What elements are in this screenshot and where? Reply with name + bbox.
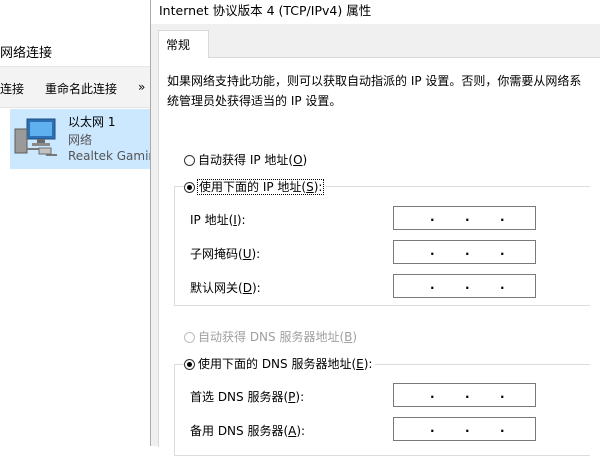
network-connections-title: 网络连接: [0, 46, 53, 61]
radio-manual-ip-key: S: [306, 180, 314, 194]
paren-close: ):: [251, 281, 261, 295]
radio-manual-ip[interactable]: 使用下面的 IP 地址(S):: [184, 179, 327, 195]
dialog-title-bar: Internet 协议版本 4 (TCP/IPv4) 属性: [151, 0, 600, 24]
alternate-dns-input[interactable]: ...: [393, 417, 536, 441]
preferred-dns-input[interactable]: ...: [393, 383, 536, 407]
ip-address-input[interactable]: ...: [393, 206, 536, 230]
paren-close: ): [352, 330, 358, 344]
tab-general[interactable]: 常规: [158, 30, 209, 58]
adapter-status: 网络: [68, 133, 93, 147]
network-adapter-icon: [14, 118, 57, 156]
subnet-mask-input[interactable]: ...: [393, 240, 536, 264]
paren-close: ):: [295, 390, 305, 404]
radio-manual-dns-label: 使用下面的 DNS 服务器地址(: [198, 357, 357, 371]
network-connections-window: 网络连接 连接 重命名此连接 » 以太网 1 网络 Realtek Gamin: [0, 0, 156, 446]
toolbar-more-button[interactable]: »: [138, 80, 145, 94]
radio-auto-ip[interactable]: 自动获得 IP 地址(O): [184, 152, 307, 168]
toolbar-rename-button[interactable]: 重命名此连接: [45, 80, 117, 97]
preferred-dns-label-text: 首选 DNS 服务器(: [190, 390, 289, 404]
dialog-title: Internet 协议版本 4 (TCP/IPv4) 属性: [159, 3, 372, 18]
radio-auto-dns-label: 自动获得 DNS 服务器地址(: [198, 330, 345, 344]
adapter-ethernet-item[interactable]: 以太网 1 网络 Realtek Gamin: [10, 109, 156, 169]
tcpip-properties-dialog: Internet 协议版本 4 (TCP/IPv4) 属性 常规 如果网络支持此…: [150, 0, 600, 456]
dialog-description: 如果网络支持此功能，则可以获取自动指派的 IP 设置。否则，你需要从网络系统管理…: [167, 74, 582, 108]
default-gateway-label-text: 默认网关(: [190, 281, 243, 295]
paren-close: ):: [296, 424, 306, 438]
radio-auto-ip-label: 自动获得 IP 地址(: [198, 153, 294, 167]
network-connections-title-bar: 网络连接: [0, 38, 150, 67]
paren-close: ): [302, 153, 308, 167]
paren-close: ):: [236, 213, 246, 227]
ip-address-label-text: IP 地址(: [190, 213, 234, 227]
paren-close: ):: [313, 180, 323, 194]
default-gateway-input[interactable]: ...: [393, 274, 536, 298]
network-connections-toolbar: 连接 重命名此连接 »: [0, 67, 150, 108]
alternate-dns-label: 备用 DNS 服务器(A):: [190, 422, 305, 439]
radio-auto-dns-circle[interactable]: [184, 332, 195, 343]
radio-auto-ip-key: O: [293, 153, 303, 167]
preferred-dns-label: 首选 DNS 服务器(P):: [190, 388, 304, 405]
toolbar-connect-button[interactable]: 连接: [0, 80, 24, 97]
subnet-mask-label: 子网掩码(U):: [190, 245, 260, 262]
adapter-name: 以太网 1: [68, 115, 116, 129]
ip-address-label: IP 地址(I):: [190, 211, 246, 228]
alternate-dns-label-text: 备用 DNS 服务器(: [190, 424, 289, 438]
default-gateway-label: 默认网关(D):: [190, 279, 261, 296]
radio-manual-dns-key: E: [356, 357, 364, 371]
subnet-mask-label-text: 子网掩码(: [190, 247, 243, 261]
tab-general-label: 常规: [166, 38, 191, 52]
paren-close: ):: [251, 247, 261, 261]
adapter-device: Realtek Gamin: [68, 149, 157, 163]
radio-auto-dns[interactable]: 自动获得 DNS 服务器地址(B): [184, 329, 357, 345]
dns-group-box: [174, 364, 590, 456]
radio-manual-ip-circle[interactable]: [184, 182, 195, 193]
radio-manual-ip-label: 使用下面的 IP 地址(: [199, 180, 307, 194]
paren-close: ):: [363, 357, 373, 371]
radio-auto-ip-circle[interactable]: [184, 155, 195, 166]
radio-manual-dns-circle[interactable]: [184, 359, 195, 370]
radio-manual-dns[interactable]: 使用下面的 DNS 服务器地址(E):: [184, 356, 376, 372]
default-gateway-key: D: [242, 281, 252, 295]
